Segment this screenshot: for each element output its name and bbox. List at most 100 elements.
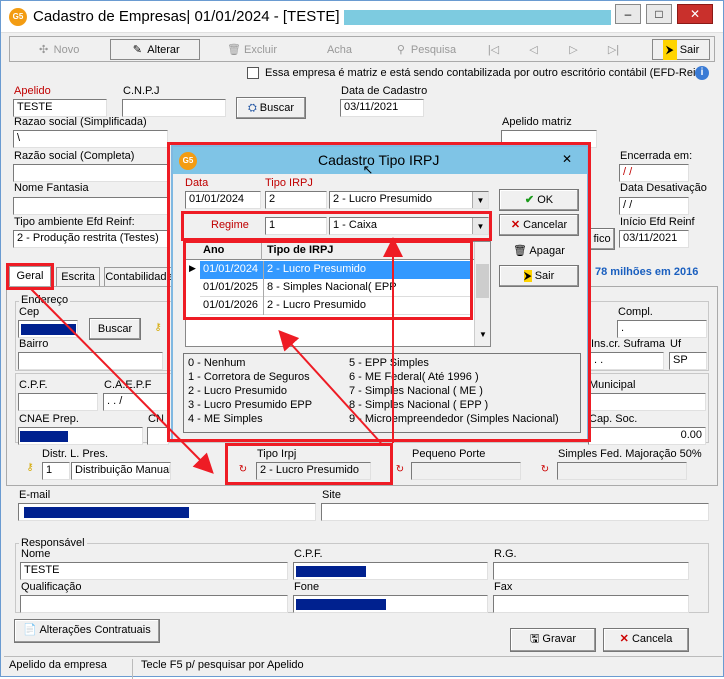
key-icon: ⚷ [154,322,162,333]
alterar-button[interactable]: ✎ Alterar [110,39,200,60]
tab-escrita[interactable]: Escrita [56,267,100,287]
resp-cpf-input[interactable] [293,562,488,580]
tipo-ambiente-select[interactable]: 2 - Produção restrita (Testes) [13,230,168,248]
resp-fone-label: Fone [294,581,320,593]
title-redacted [344,10,611,25]
info-icon[interactable]: i [695,66,709,80]
compl-label: Compl. [618,306,653,318]
cnpj-label: C.N.P.J [123,85,160,97]
document-icon: 📄 [23,624,40,636]
email-label: E-mail [19,489,51,501]
fico-button[interactable]: fico [589,228,615,250]
inicio-efd-input[interactable]: 03/11/2021 [619,230,689,248]
matriz-check-label: Essa empresa é matriz e está sendo conta… [265,67,705,79]
suframa-input[interactable]: . . [590,352,664,370]
novo-label: Novo [53,44,80,56]
caepf-input[interactable]: . . / [103,393,168,411]
cpf-input[interactable] [18,393,98,411]
bairro-input[interactable] [18,352,163,370]
resp-rg-input[interactable] [493,562,689,580]
toolbar: ✣ Novo ✎ Alterar 🗑 Excluir Acha ⚲ Pesquisa |… [9,36,715,62]
alteracoes-button[interactable]: 📄 Alterações Contratuais [14,619,160,643]
resp-fax-input[interactable] [493,595,689,613]
search-globe-icon: ⛭ [247,102,260,114]
matriz-checkbox[interactable] [247,67,259,79]
data-cadastro-input[interactable]: 03/11/2021 [340,99,424,117]
trash-icon: 🗑 [227,44,241,56]
novo-button[interactable]: ✣ Novo [13,39,103,60]
tab-contabilidade[interactable]: Contabilidade [104,267,174,287]
endereco-label: Endereço [19,294,71,306]
nome-fantasia-input[interactable] [13,197,168,215]
first-record-button[interactable]: |◁ [476,39,511,60]
save-icon: 🖫 [529,633,543,645]
cancela-button[interactable]: ✕ Cancela [603,628,689,652]
sair-button[interactable]: ⮞ Sair [652,39,710,60]
qualificacao-input[interactable] [20,595,288,613]
buscar-cnpj-button[interactable]: ⛭ Buscar [236,97,306,119]
acha-button[interactable]: Acha [302,39,377,60]
minimize-button[interactable]: – [615,4,641,24]
apelido-input[interactable]: TESTE [13,99,107,117]
prev-record-button[interactable]: ◁ [516,39,551,60]
compl-input[interactable]: . [617,320,707,338]
cap-soc-input[interactable]: 0.00 [588,427,706,445]
status-right: Tecle F5 p/ pesquisar por Apelido [141,659,304,671]
distr-desc-input[interactable]: Distribuição Manual [71,462,171,480]
cep-input[interactable] [18,320,78,338]
new-icon: ✣ [39,44,49,56]
refresh-icon[interactable]: ↻ [538,463,552,477]
resp-nome-input[interactable]: TESTE [20,562,288,580]
alteracoes-label: Alterações Contratuais [39,624,151,636]
resp-cpf-label: C.P.F. [294,548,323,560]
cnae-input[interactable] [18,427,143,445]
refresh-icon[interactable]: ↻ [393,463,407,477]
apelido-matriz-label: Apelido matriz [502,116,572,128]
next-record-button[interactable]: ▷ [556,39,591,60]
site-input[interactable] [321,503,709,521]
excluir-label: Excluir [243,44,277,56]
last-record-button[interactable]: ▷| [596,39,631,60]
razao-completa-input[interactable] [13,164,168,182]
gravar-label: Gravar [542,633,577,645]
data-desativacao-input[interactable]: / / [619,197,689,215]
razao-simplificada-input[interactable]: \ [13,130,168,148]
binoculars-icon: ⚲ [396,44,405,56]
pequeno-porte-input[interactable] [411,462,521,480]
exit-icon: ⮞ [662,40,677,60]
razao-simplificada-label: Razao social (Simplificada) [14,116,147,128]
uf-label: Uf [670,338,681,350]
resp-fone-input[interactable] [293,595,488,613]
site-label: Site [322,489,341,501]
cn-input[interactable] [147,427,169,445]
distr-code-input[interactable]: 1 [42,462,70,480]
maximize-button[interactable]: □ [646,4,672,24]
email-redacted [24,507,189,518]
bairro-label: Bairro [19,338,49,350]
gravar-button[interactable]: 🖫 Gravar [510,628,596,652]
apelido-label: Apelido [14,85,51,97]
excluir-button[interactable]: 🗑 Excluir [207,39,297,60]
suframa-label: Ins.cr. Suframa [591,338,665,350]
sair-label: Sair [679,44,700,56]
close-button[interactable]: ✕ [677,4,713,24]
cancel-x-icon: ✕ [619,633,632,645]
resp-nome-label: Nome [21,548,51,560]
uf-input[interactable]: SP [669,352,707,370]
tipo-ambiente-label: Tipo ambiente Efd Reinf: [14,216,135,228]
pesquisa-button[interactable]: ⚲ Pesquisa [380,39,470,60]
resp-cpf-redacted [296,566,366,577]
municipal-input[interactable] [588,393,706,411]
encerrada-input[interactable]: / / [619,164,689,182]
qualificacao-label: Qualificação [21,581,82,593]
tab-geral-highlight-box [6,263,54,290]
status-bar: Apelido da empresa Tecle F5 p/ pesquisar… [4,656,722,679]
simples-input[interactable] [557,462,687,480]
resp-fone-redacted [296,599,386,610]
buscar-cep-button[interactable]: Buscar [89,318,141,340]
email-input[interactable] [18,503,316,521]
buscar-cnpj-label: Buscar [259,102,295,114]
cancela-label: Cancela [631,633,673,645]
cap-soc-label: Cap. Soc. [589,413,638,425]
cnpj-input[interactable] [122,99,226,117]
